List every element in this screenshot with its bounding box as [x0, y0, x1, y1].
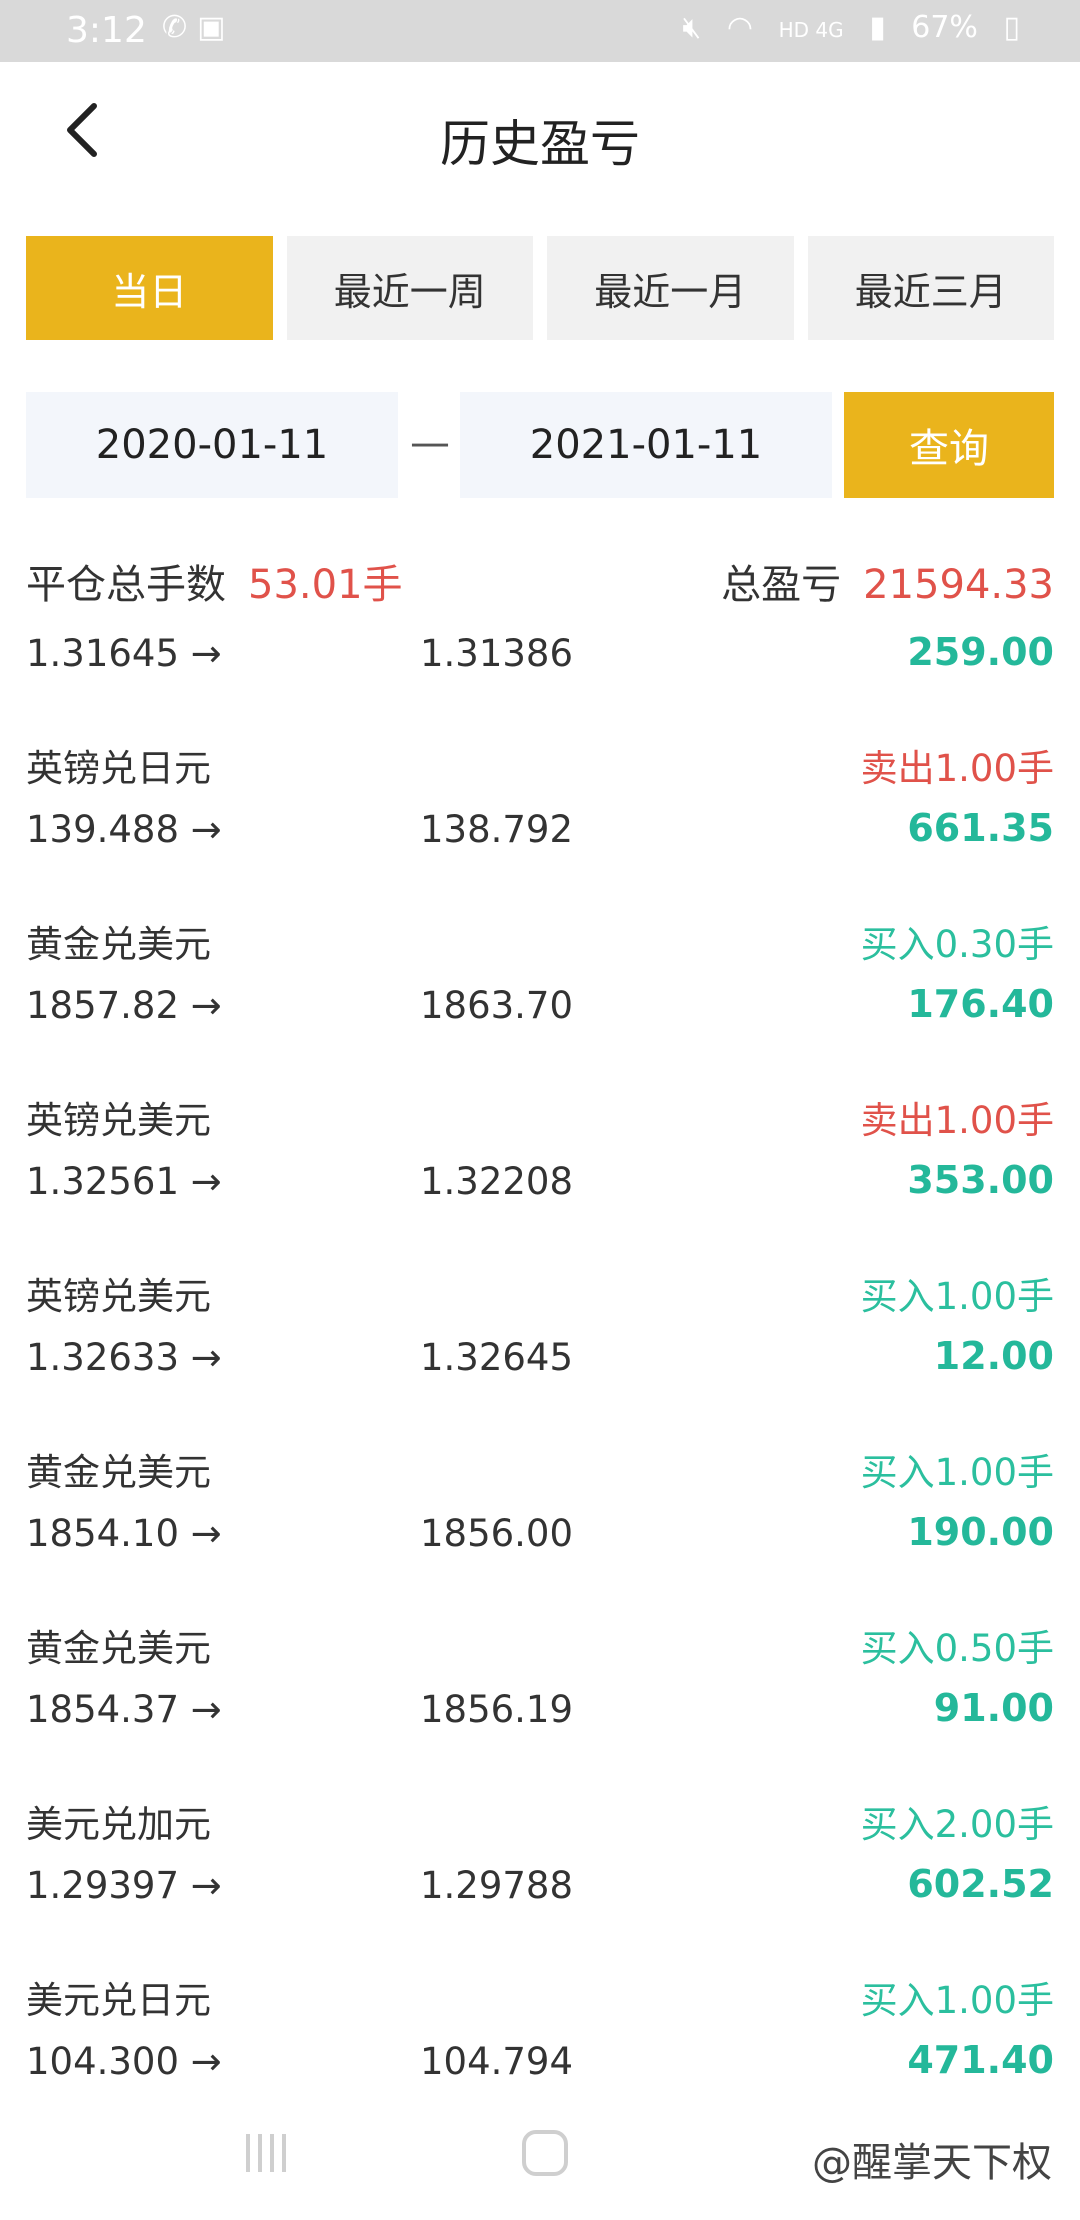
list-item[interactable]: 黄金兑美元 买入0.50手 1854.37 → 1856.19 91.00	[0, 1596, 1080, 1772]
home-icon[interactable]	[518, 2126, 572, 2180]
image-icon: ▣	[197, 10, 236, 45]
trade-symbol: 美元兑加元	[26, 1803, 211, 1846]
total-lots: 平仓总手数 53.01手	[26, 552, 403, 610]
trade-close-price: 1863.70	[420, 984, 574, 1027]
trade-profit: 602.52	[907, 1862, 1054, 1906]
watermark: @醒掌天下权	[812, 2140, 1052, 2186]
trade-symbol: 黄金兑美元	[26, 1627, 211, 1670]
trade-close-price: 138.792	[420, 808, 574, 851]
trade-action: 买入1.00手	[860, 1451, 1054, 1494]
list-item[interactable]: 英镑兑美元 买入1.00手 1.32633 → 1.32645 12.00	[0, 1244, 1080, 1420]
trade-close-price: 1.32645	[420, 1336, 574, 1379]
mute-icon: 🔇︎	[682, 10, 702, 45]
status-left-icons: ✆▣	[162, 10, 236, 45]
trade-list[interactable]: 1.31645 → 1.31386 259.00 英镑兑日元 卖出1.00手 139.48…	[0, 620, 1080, 2100]
trade-profit: 353.00	[907, 1158, 1054, 1202]
tab-last-month[interactable]: 最近一月	[547, 236, 794, 340]
network-label: HD 4G	[778, 18, 844, 42]
total-pnl-label: 总盈亏	[721, 562, 842, 608]
trade-open-price: 1854.37 →	[26, 1688, 222, 1731]
period-tabs: 当日 最近一周 最近一月 最近三月	[26, 236, 1054, 340]
trade-open-price: 1.32633 →	[26, 1336, 222, 1379]
trade-profit: 91.00	[933, 1686, 1054, 1730]
trade-close-price: 1.32208	[420, 1160, 574, 1203]
trade-close-price: 1856.19	[420, 1688, 574, 1731]
trade-symbol: 英镑兑美元	[26, 1275, 211, 1318]
trade-profit: 176.40	[907, 982, 1054, 1026]
summary-row: 平仓总手数 53.01手 总盈亏 21594.33	[26, 552, 1054, 612]
trade-action: 买入1.00手	[860, 1979, 1054, 2022]
trade-action: 卖出1.00手	[860, 747, 1054, 790]
trade-action: 卖出1.00手	[860, 1099, 1054, 1142]
trade-profit: 259.00	[907, 630, 1054, 674]
list-item[interactable]: 英镑兑美元 卖出1.00手 1.32561 → 1.32208 353.00	[0, 1068, 1080, 1244]
trade-close-price: 104.794	[420, 2040, 574, 2083]
trade-list-inner: 1.31645 → 1.31386 259.00 英镑兑日元 卖出1.00手 139.48…	[0, 620, 1080, 2100]
battery-icon: ▯	[1003, 10, 1020, 45]
title-bar: 历史盈亏	[0, 62, 1080, 212]
status-time: 3:12	[66, 10, 147, 51]
trade-action: 买入0.50手	[860, 1627, 1054, 1670]
wifi-icon: ◠	[726, 10, 754, 45]
status-bar: 3:12 ✆▣ 🔇︎ ◠ HD 4G ▮ 67% ▯	[0, 0, 1080, 62]
trade-profit: 190.00	[907, 1510, 1054, 1554]
query-button[interactable]: 查询	[844, 392, 1054, 498]
recent-apps-icon[interactable]	[240, 2128, 290, 2178]
tab-today[interactable]: 当日	[26, 236, 273, 340]
trade-open-price: 1.29397 →	[26, 1864, 222, 1907]
total-pnl-value: 21594.33	[863, 562, 1054, 608]
trade-open-price: 104.300 →	[26, 2040, 222, 2083]
system-nav-bar: @醒掌天下权	[0, 2100, 1080, 2220]
total-pnl: 总盈亏 21594.33	[721, 552, 1054, 610]
tab-last-week[interactable]: 最近一周	[286, 236, 533, 340]
trade-symbol: 黄金兑美元	[26, 1451, 211, 1494]
trade-open-price: 1.32561 →	[26, 1160, 222, 1203]
date-separator: —	[410, 420, 450, 466]
end-date-field[interactable]: 2021-01-11	[460, 392, 832, 498]
total-lots-value: 53.01手	[248, 562, 403, 608]
trade-symbol: 英镑兑美元	[26, 1099, 211, 1142]
trade-open-price: 1854.10 →	[26, 1512, 222, 1555]
trade-open-price: 1857.82 →	[26, 984, 222, 1027]
trade-symbol: 英镑兑日元	[26, 747, 211, 790]
trade-action: 买入1.00手	[860, 1275, 1054, 1318]
trade-open-price: 139.488 →	[26, 808, 222, 851]
list-item[interactable]: 1.31645 → 1.31386 259.00	[0, 620, 1080, 716]
trade-symbol: 美元兑日元	[26, 1979, 211, 2022]
trade-profit: 12.00	[933, 1334, 1054, 1378]
battery-label: 67%	[911, 10, 978, 45]
signal-icon: ▮	[869, 10, 886, 45]
date-range: 2020-01-11 — 2021-01-11 查询	[26, 392, 1054, 498]
list-item[interactable]: 美元兑日元 买入1.00手 104.300 → 104.794 471.40	[0, 1948, 1080, 2100]
trade-symbol: 黄金兑美元	[26, 923, 211, 966]
tab-last-three-months[interactable]: 最近三月	[807, 236, 1054, 340]
trade-open-price: 1.31645 →	[26, 632, 222, 675]
call-forward-icon: ✆	[162, 10, 198, 45]
trade-close-price: 1.31386	[420, 632, 574, 675]
trade-close-price: 1.29788	[420, 1864, 574, 1907]
trade-action: 买入2.00手	[860, 1803, 1054, 1846]
list-item[interactable]: 美元兑加元 买入2.00手 1.29397 → 1.29788 602.52	[0, 1772, 1080, 1948]
page-title: 历史盈亏	[440, 115, 640, 173]
total-lots-label: 平仓总手数	[26, 562, 226, 608]
trade-profit: 471.40	[907, 2038, 1054, 2082]
list-item[interactable]: 英镑兑日元 卖出1.00手 139.488 → 138.792 661.35	[0, 716, 1080, 892]
trade-action: 买入0.30手	[860, 923, 1054, 966]
start-date-field[interactable]: 2020-01-11	[26, 392, 398, 498]
status-right-icons: 🔇︎ ◠ HD 4G ▮ 67% ▯	[666, 10, 1020, 45]
trade-close-price: 1856.00	[420, 1512, 574, 1555]
trade-profit: 661.35	[907, 806, 1054, 850]
list-item[interactable]: 黄金兑美元 买入0.30手 1857.82 → 1863.70 176.40	[0, 892, 1080, 1068]
list-item[interactable]: 黄金兑美元 买入1.00手 1854.10 → 1856.00 190.00	[0, 1420, 1080, 1596]
